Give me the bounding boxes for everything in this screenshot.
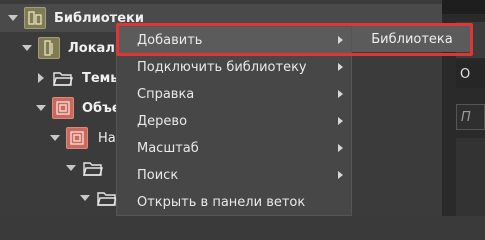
submenu-arrow-icon (338, 63, 343, 71)
search-input[interactable]: П (456, 104, 485, 130)
menu-item-label: Подключить библиотеку (137, 59, 307, 75)
menu-item-label: Масштаб (137, 140, 199, 156)
menu-item-tree[interactable]: Дерево (117, 108, 351, 134)
submenu-library[interactable]: Библиотека (352, 26, 472, 52)
menu-item-label: Добавить (137, 32, 203, 48)
library-group-icon (24, 7, 46, 29)
expand-arrow-icon[interactable] (8, 15, 18, 21)
menu-item-open-in-branch-panel[interactable]: Открыть в панели веток (117, 189, 351, 215)
collapse-arrow-icon[interactable] (38, 73, 44, 83)
panel-content (456, 138, 485, 216)
objects-icon (52, 97, 74, 119)
folder-icon (96, 187, 118, 209)
submenu-arrow-icon (338, 171, 343, 179)
tree-label-libraries: Библиотеки (54, 10, 144, 26)
expand-arrow-icon[interactable] (50, 135, 60, 141)
search-placeholder: П (461, 109, 471, 125)
folder-icon (82, 157, 104, 179)
library-icon (38, 37, 60, 59)
menu-item-label: Справка (137, 86, 195, 102)
submenu-arrow-icon (338, 117, 343, 125)
expand-arrow-icon[interactable] (22, 45, 32, 51)
objects-icon (66, 127, 88, 149)
folder-icon (52, 67, 74, 89)
submenu-arrow-icon (338, 90, 343, 98)
menu-item-connect-library[interactable]: Подключить библиотеку (117, 54, 351, 80)
expand-arrow-icon[interactable] (36, 105, 46, 111)
menu-item-label: Дерево (137, 113, 188, 129)
panel-tab-label: О (460, 66, 471, 82)
tree-label-objects: Объе (82, 100, 121, 116)
submenu-arrow-icon (338, 144, 343, 152)
expand-arrow-icon[interactable] (66, 165, 76, 171)
menu-item-search[interactable]: Поиск (117, 162, 351, 188)
menu-item-zoom[interactable]: Масштаб (117, 135, 351, 161)
expand-arrow-icon[interactable] (80, 195, 90, 201)
tree-label-local: Локаль (68, 40, 124, 56)
submenu-arrow-icon (338, 36, 343, 44)
context-menu: Добавить Подключить библиотеку Справка Д… (116, 26, 352, 216)
panel-tab[interactable]: О (456, 60, 485, 88)
menu-item-help[interactable]: Справка (117, 81, 351, 107)
tree-label-child: На (98, 130, 116, 146)
submenu-item-label: Библиотека (371, 31, 453, 47)
menu-item-add[interactable]: Добавить (117, 27, 351, 53)
menu-item-label: Поиск (137, 167, 179, 183)
panel-header (442, 0, 485, 14)
menu-item-label: Открыть в панели веток (137, 194, 306, 210)
